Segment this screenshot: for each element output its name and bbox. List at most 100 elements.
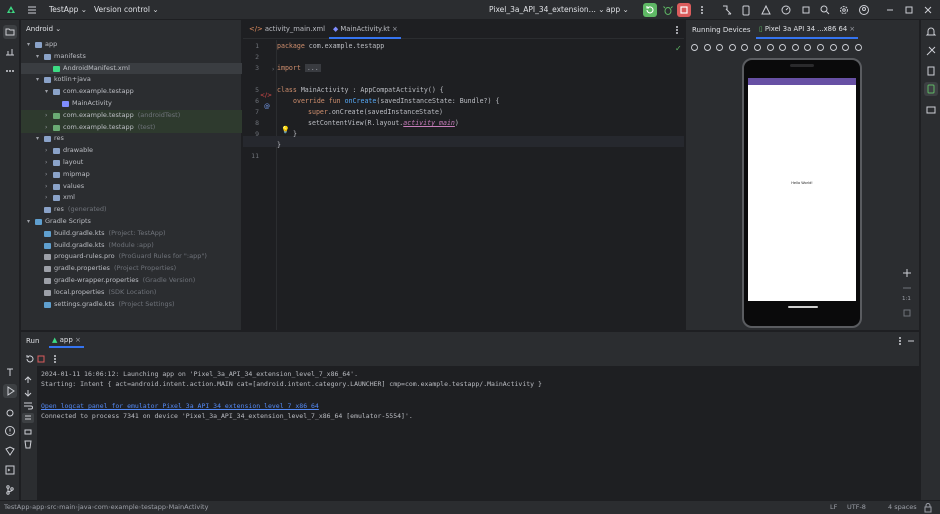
snapshot-icon[interactable] [816, 43, 825, 52]
minimize-icon[interactable] [884, 4, 896, 16]
vcs-selector[interactable]: Version control ⌄ [94, 5, 159, 14]
overview-icon[interactable] [791, 43, 800, 52]
soft-wrap-icon[interactable] [22, 400, 34, 412]
indent-setting[interactable]: 4 spaces [888, 503, 917, 511]
running-devices-tool-button[interactable] [924, 82, 938, 96]
expand-arrow-icon[interactable]: › [45, 192, 53, 204]
code-line-7[interactable]: override fun onCreate(savedInstanceState… [277, 97, 499, 105]
stop-button[interactable] [677, 3, 691, 17]
fold-arrow-icon[interactable]: › [272, 66, 274, 73]
override-gutter-icon[interactable]: @ [264, 103, 270, 110]
volume-down-icon[interactable] [715, 43, 724, 52]
code-line-11[interactable]: } [277, 141, 281, 149]
tree-item[interactable]: ▾ manifests [21, 51, 242, 63]
resource-manager-icon[interactable] [4, 46, 16, 58]
tree-item[interactable]: AndroidManifest.xml [21, 62, 242, 75]
breadcrumb-item[interactable]: java [78, 503, 92, 511]
zoom-out-icon[interactable] [901, 282, 913, 294]
tab-activity-main-xml[interactable]: </> activity_main.xml [249, 20, 327, 39]
tree-item[interactable]: › com.example.testapp (test) [21, 121, 242, 134]
more-icon[interactable] [854, 43, 863, 52]
record-icon[interactable] [829, 43, 838, 52]
run-more-icon[interactable] [49, 353, 61, 365]
code-line-10[interactable]: } [277, 130, 297, 138]
expand-arrow-icon[interactable]: › [45, 110, 53, 122]
tree-item[interactable]: ▾ res [21, 133, 242, 145]
profiler-icon[interactable] [780, 4, 792, 16]
rotate-left-icon[interactable] [728, 43, 737, 52]
tree-item[interactable]: proguard-rules.pro (ProGuard Rules for ":… [21, 251, 242, 263]
run-tab-app[interactable]: ▲ app × [49, 332, 84, 348]
expand-arrow-icon[interactable]: ▾ [36, 51, 44, 63]
expand-arrow-icon[interactable]: › [45, 122, 53, 134]
code-line-9[interactable]: setContentView(R.layout.activity_main) [277, 119, 459, 127]
device-tab[interactable]: ▯ Pixel 3a API 34 ...x86 64 × [756, 20, 859, 39]
notifications-icon[interactable] [925, 26, 937, 38]
plugin-icon[interactable] [800, 4, 812, 16]
tree-item[interactable]: › drawable [21, 145, 242, 157]
close-window-icon[interactable] [922, 4, 934, 16]
tab-mainactivity-kt[interactable]: ◆ MainActivity.kt × [329, 20, 401, 39]
extended-controls-icon[interactable] [841, 43, 850, 52]
rerun-button[interactable] [643, 3, 657, 17]
breadcrumb-item[interactable]: testapp [141, 503, 166, 511]
restore-icon[interactable] [903, 4, 915, 16]
zoom-in-icon[interactable] [901, 267, 913, 279]
zoom-actual-size[interactable]: 1:1 [902, 296, 911, 302]
device-selector[interactable]: Pixel_3a_API_34_extension... ⌄ [489, 5, 605, 14]
breadcrumb-item[interactable]: src [47, 503, 57, 511]
tree-item[interactable]: build.gradle.kts (Project: TestApp) [21, 228, 242, 240]
expand-arrow-icon[interactable]: ▾ [27, 216, 35, 228]
tree-item[interactable]: ▾ com.example.testapp [21, 86, 242, 98]
expand-arrow-icon[interactable]: › [45, 181, 53, 193]
tree-item[interactable]: › mipmap [21, 169, 242, 181]
expand-arrow-icon[interactable]: ▾ [27, 39, 35, 51]
project-view-selector[interactable]: Android ⌄ [26, 25, 61, 33]
tree-item[interactable]: ▾ app [21, 39, 242, 51]
print-icon[interactable] [22, 426, 34, 438]
run-tool-button[interactable] [3, 384, 17, 398]
device-explorer-icon[interactable] [925, 65, 937, 77]
tree-item[interactable]: MainActivity [21, 98, 242, 110]
clear-console-icon[interactable] [22, 438, 34, 450]
expand-arrow-icon[interactable]: ▾ [36, 133, 44, 145]
breadcrumb-item[interactable]: com [94, 503, 108, 511]
breadcrumb-item[interactable]: app [32, 503, 44, 511]
terminal-icon[interactable] [4, 464, 16, 476]
settings-gear-icon[interactable] [838, 4, 850, 16]
code-line-8[interactable]: super.onCreate(savedInstanceState) [277, 108, 443, 116]
file-encoding[interactable]: UTF-8 [847, 503, 866, 511]
breadcrumb-item[interactable]: main [59, 503, 75, 511]
main-menu-icon[interactable] [26, 4, 38, 16]
tree-item[interactable]: › xml [21, 192, 242, 204]
sync-gradle-icon[interactable] [721, 4, 733, 16]
breadcrumb-item[interactable]: MainActivity [169, 503, 209, 511]
home-indicator[interactable] [788, 306, 818, 308]
tree-item[interactable]: ▾ kotlin+java [21, 74, 242, 86]
phone-screen[interactable]: Hello World! [748, 78, 856, 301]
power-icon[interactable] [690, 43, 699, 52]
fold-icon[interactable] [753, 43, 762, 52]
run-config-selector[interactable]: app ⌄ [606, 5, 629, 14]
tree-item[interactable]: settings.gradle.kts (Project Settings) [21, 299, 242, 311]
scroll-up-icon[interactable] [22, 374, 34, 386]
more-actions-icon[interactable] [696, 4, 708, 16]
tree-item[interactable]: res (generated) [21, 204, 242, 216]
project-selector[interactable]: TestApp ⌄ [49, 5, 87, 14]
expand-arrow-icon[interactable]: › [45, 157, 53, 169]
scroll-to-end-icon[interactable] [22, 413, 34, 423]
expand-arrow-icon[interactable]: › [45, 169, 53, 181]
line-separator[interactable]: LF [830, 503, 837, 511]
open-logcat-link[interactable]: Open logcat panel for emulator Pixel 3a … [41, 402, 319, 410]
screenshot-icon[interactable] [803, 43, 812, 52]
editor-options-icon[interactable] [671, 24, 683, 36]
account-avatar-icon[interactable] [858, 4, 870, 16]
problems-icon[interactable] [4, 425, 16, 437]
expand-arrow-icon[interactable]: ▾ [36, 74, 44, 86]
tree-item[interactable]: gradle-wrapper.properties (Gradle Version… [21, 275, 242, 287]
version-control-icon[interactable] [4, 484, 16, 496]
tree-item[interactable]: gradle.properties (Project Properties) [21, 263, 242, 275]
lock-icon[interactable] [922, 502, 934, 514]
logcat-icon[interactable] [4, 406, 16, 418]
back-icon[interactable] [766, 43, 775, 52]
